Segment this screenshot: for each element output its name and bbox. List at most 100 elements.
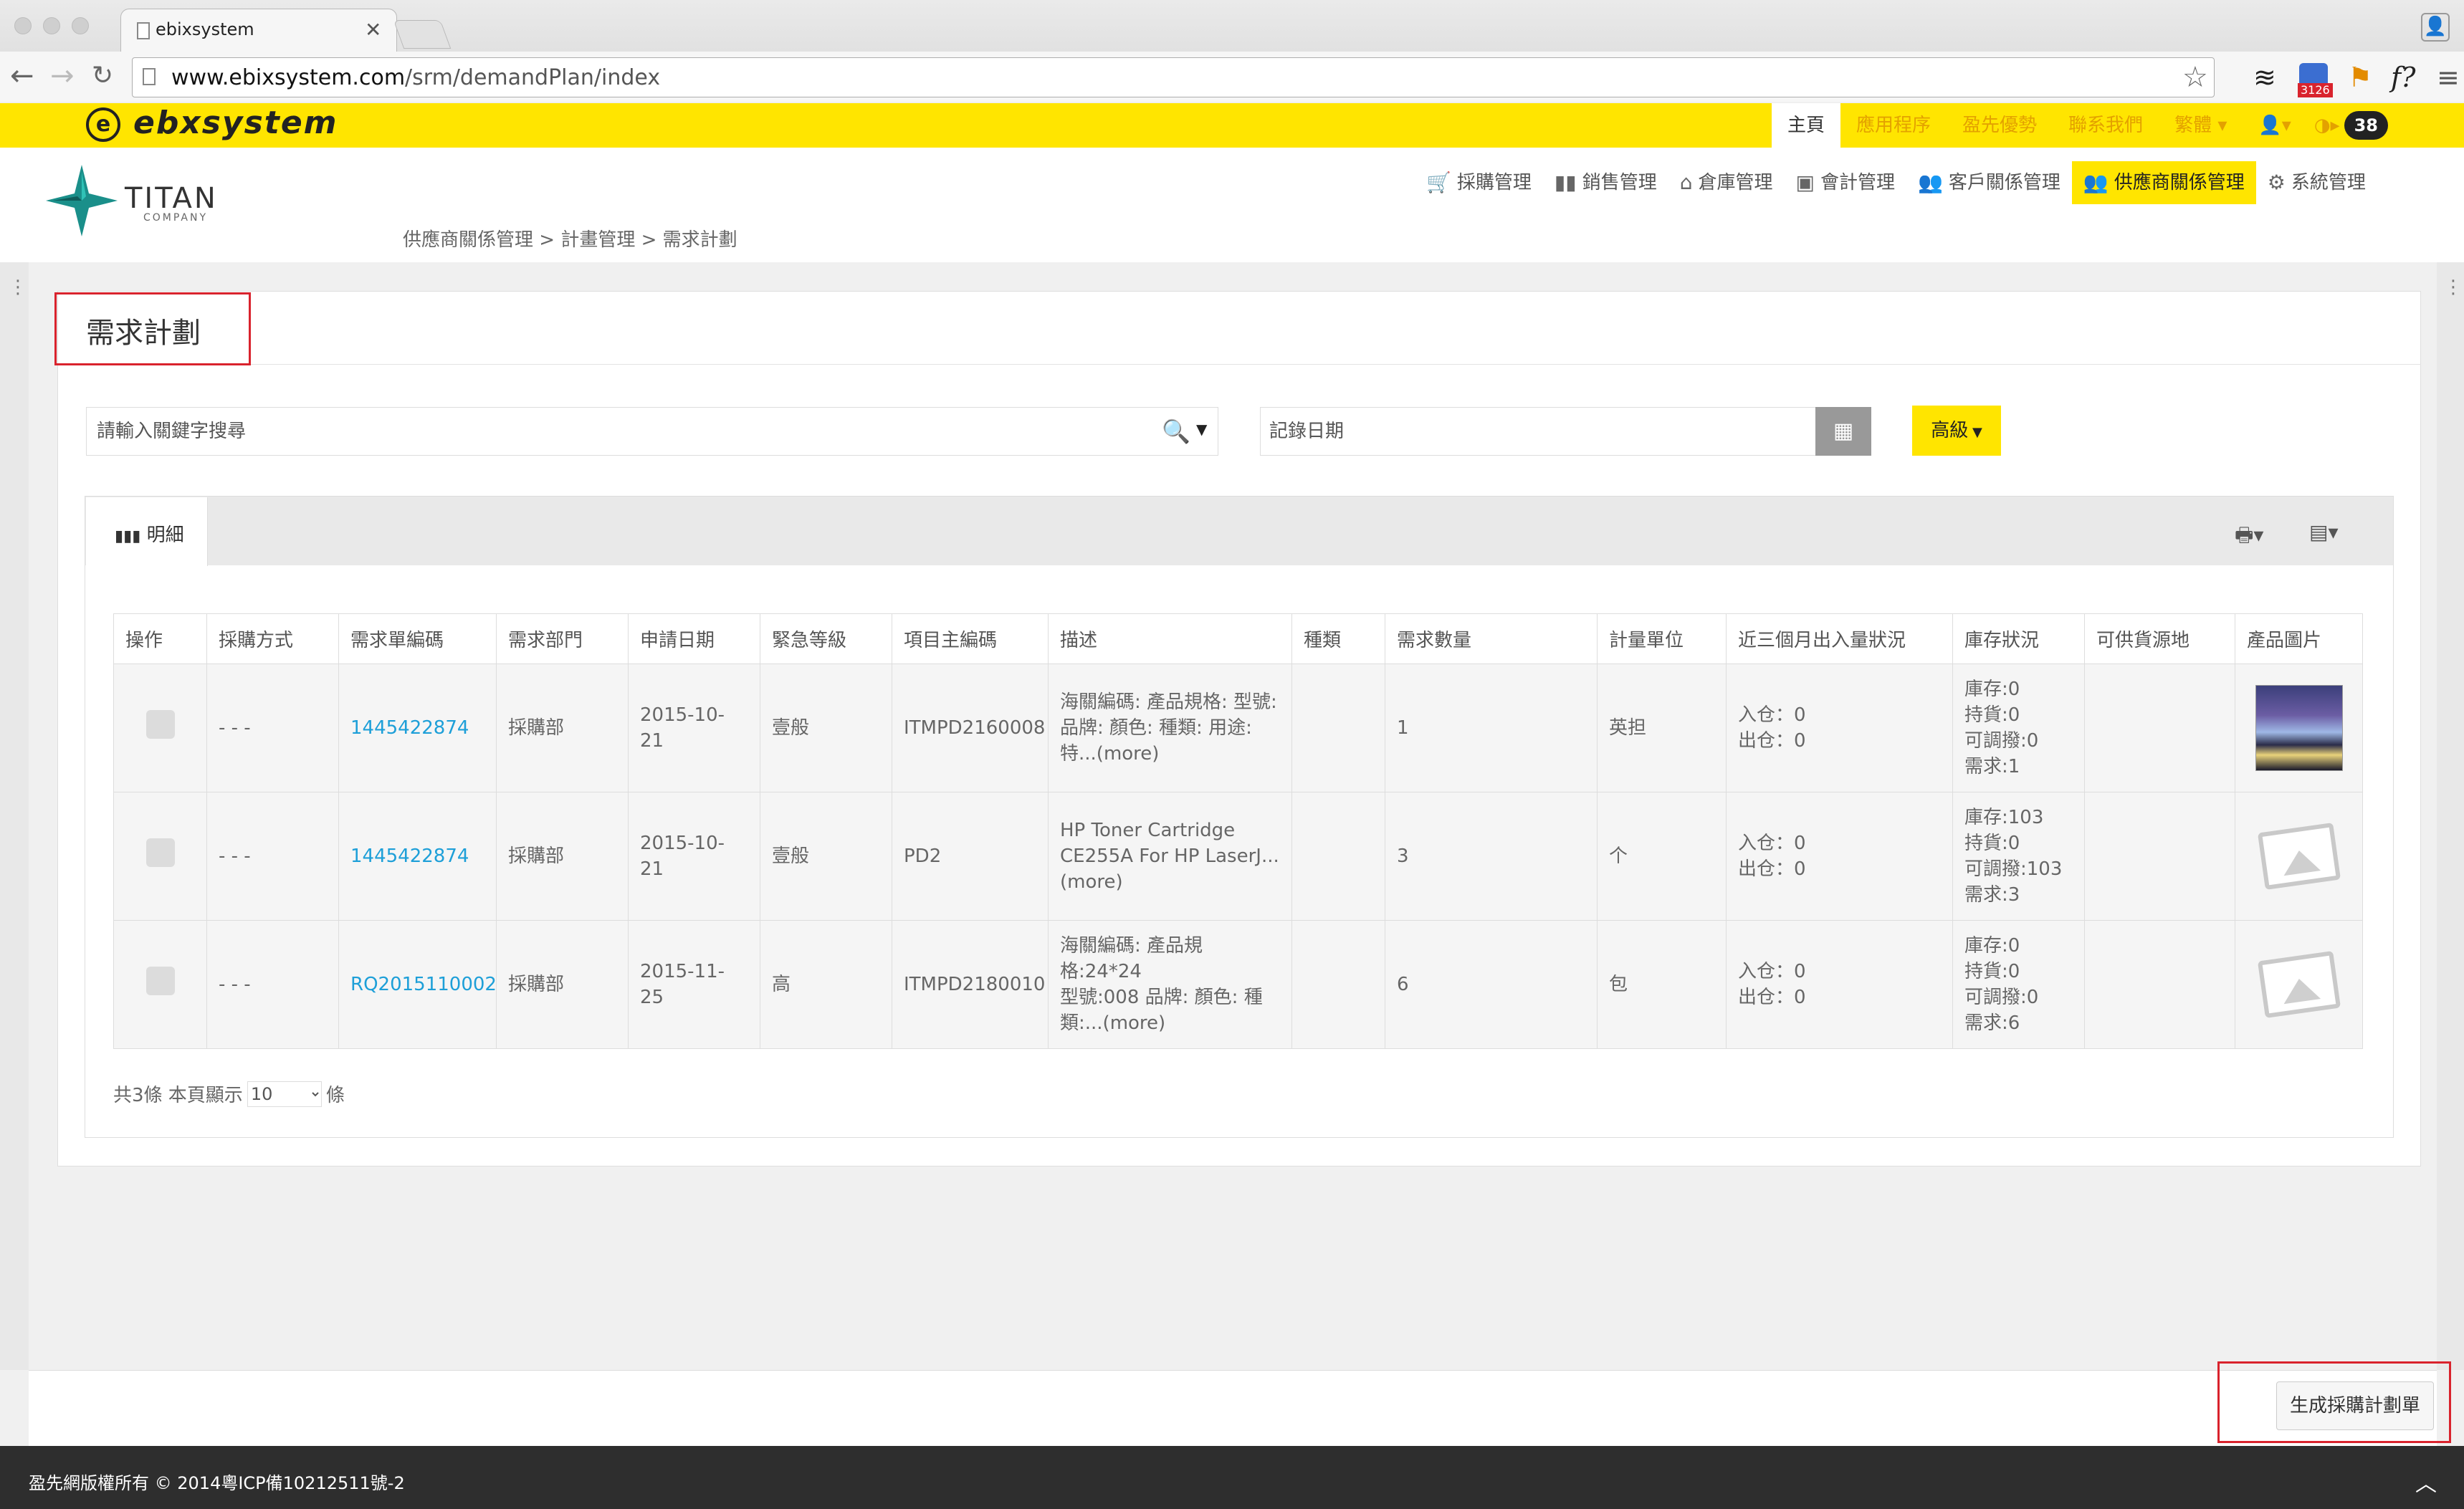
col-header[interactable]: 需求部門	[496, 613, 629, 664]
col-header[interactable]: 緊急等級	[760, 613, 892, 664]
menu-warehouse[interactable]: ⌂ 倉庫管理	[1668, 161, 1785, 204]
image-placeholder-icon[interactable]	[2257, 823, 2341, 890]
advanced-button[interactable]: 高級 ▼	[1912, 406, 2001, 456]
col-header[interactable]: 需求數量	[1385, 613, 1598, 664]
demand-code-link[interactable]: 1445422874	[338, 792, 497, 921]
window-zoom-light[interactable]	[72, 17, 89, 34]
forward-icon[interactable]: →	[50, 62, 75, 90]
action-bar	[29, 1370, 2437, 1446]
col-header[interactable]: 操作	[113, 613, 207, 664]
logo-mark: e	[86, 107, 120, 142]
window-minimize-light[interactable]	[43, 17, 60, 34]
cell-item-code: PD2	[892, 792, 1049, 921]
more-link[interactable]: (more)	[1060, 869, 1280, 895]
menu-icon[interactable]: ≡	[2437, 63, 2460, 92]
advanced-label: 高級	[1931, 420, 1969, 441]
date-box: ▦	[1260, 407, 1871, 456]
left-sidebar-handle[interactable]: ⋮	[0, 262, 29, 1370]
image-placeholder-icon[interactable]	[2257, 951, 2341, 1018]
page-size-select[interactable]: 10	[247, 1081, 322, 1107]
col-header[interactable]: 需求單編碼	[338, 613, 497, 664]
col-header[interactable]: 計量單位	[1597, 613, 1727, 664]
calendar-icon[interactable]: ▦	[1815, 407, 1871, 456]
col-header[interactable]: 描述	[1048, 613, 1292, 664]
demand-code-link[interactable]: 1445422874	[338, 664, 497, 792]
product-thumbnail[interactable]	[2255, 685, 2343, 771]
pager-prefix: 共3條 本頁顯示	[113, 1085, 243, 1106]
new-tab-button[interactable]	[393, 20, 452, 49]
cell-image	[2235, 664, 2363, 792]
cell-date: 2015-11-25	[628, 920, 760, 1049]
chevron-down-icon[interactable]: ▼	[1196, 421, 1207, 438]
menu-system[interactable]: ⚙ 系統管理	[2256, 161, 2377, 204]
pagination: 共3條 本頁顯示 10 條	[113, 1081, 345, 1107]
col-header[interactable]: 種類	[1291, 613, 1385, 664]
col-header[interactable]: 採購方式	[206, 613, 339, 664]
topnav-language[interactable]: 繁體 ▾	[2159, 103, 2243, 148]
profile-icon[interactable]: 👤	[2421, 13, 2450, 42]
brand-name: TITAN	[125, 182, 218, 215]
back-icon[interactable]: ←	[10, 62, 34, 90]
logo-text[interactable]: ebxsystem	[133, 105, 338, 141]
cell-date: 2015-10-21	[628, 792, 760, 921]
more-link[interactable]: 類:...(more)	[1060, 1010, 1280, 1036]
scroll-top-icon[interactable]: ︿	[2415, 1466, 2437, 1498]
export-excel-icon[interactable]: ▤▾	[2309, 520, 2339, 544]
generate-purchase-plan-button[interactable]: 生成採購計劃單	[2276, 1381, 2434, 1430]
copyright-text: 盈先網版權所有 © 2014粵ICP備10212511號-2	[29, 1473, 405, 1493]
tab-detail[interactable]: ▮▮▮ 明細	[86, 497, 208, 566]
reload-icon[interactable]: ↻	[92, 62, 113, 90]
stock-line: 持貨:0	[1964, 704, 2020, 726]
gears-icon: ⚙	[2267, 171, 2286, 194]
flag-extension-icon[interactable]: ⚑	[2348, 63, 2372, 92]
menu-srm[interactable]: 👥 供應商關係管理	[2071, 161, 2256, 204]
topnav-advantage[interactable]: 盈先優勢	[1947, 103, 2053, 148]
titan-logo-icon[interactable]	[46, 165, 118, 236]
menu-crm[interactable]: 👥 客戶關係管理	[1906, 161, 2072, 204]
topnav-apps[interactable]: 應用程序	[1840, 103, 1947, 148]
menu-label: 銷售管理	[1582, 172, 1657, 193]
formula-extension-icon[interactable]: f?	[2391, 63, 2415, 92]
more-link[interactable]: 特...(more)	[1060, 741, 1280, 767]
demand-plan-table: 操作 採購方式 需求單編碼 需求部門 申請日期 緊急等級 項目主編碼 描述 種類…	[113, 613, 2363, 1049]
demand-code-link[interactable]: RQ2015110002	[338, 920, 497, 1049]
menu-purchase[interactable]: 🛒 採購管理	[1415, 161, 1543, 204]
notifications[interactable]: ◑▸ 38	[2307, 103, 2395, 148]
tab-close-icon[interactable]: ✕	[365, 18, 381, 42]
users-icon: 👥	[2083, 171, 2109, 194]
date-input[interactable]	[1261, 408, 1813, 455]
topnav-contact[interactable]: 聯系我們	[2053, 103, 2159, 148]
menu-sales[interactable]: ▮▮ 銷售管理	[1543, 161, 1668, 204]
col-header[interactable]: 庫存狀況	[1952, 613, 2085, 664]
flow-out: 出仓：0	[1738, 730, 1806, 752]
window-close-light[interactable]	[14, 17, 32, 34]
bookmark-star-icon[interactable]: ☆	[2182, 61, 2208, 94]
row-checkbox[interactable]	[145, 838, 175, 867]
cell-description: 海關編碼: 產品規格:24*24 型號:008 品牌: 顏色: 種類:...(mo…	[1048, 920, 1292, 1049]
col-header[interactable]: 可供貨源地	[2084, 613, 2235, 664]
globe-icon: ◑▸	[2313, 115, 2340, 136]
search-box: 🔍 ▼	[86, 407, 1218, 456]
cell-item-code: ITMPD2180010	[892, 920, 1049, 1049]
row-checkbox[interactable]	[145, 710, 175, 739]
right-sidebar-handle[interactable]: ⋮	[2437, 262, 2464, 1370]
user-menu[interactable]: 👤▾	[2243, 103, 2306, 148]
search-input[interactable]	[87, 408, 1147, 455]
cell-kind	[1291, 920, 1385, 1049]
menu-accounting[interactable]: ▣ 會計管理	[1785, 161, 1906, 204]
chevron-down-icon: ▼	[1968, 425, 1982, 440]
cell-qty: 3	[1385, 792, 1598, 921]
browser-tab[interactable]: ebixsystem ✕	[120, 9, 397, 52]
row-checkbox[interactable]	[145, 967, 175, 995]
cell-source	[2084, 920, 2235, 1049]
col-header[interactable]: 近三個月出入量狀況	[1726, 613, 1953, 664]
col-header[interactable]: 項目主編碼	[892, 613, 1049, 664]
topnav-home[interactable]: 主頁	[1772, 103, 1841, 148]
col-header[interactable]: 產品圖片	[2235, 613, 2363, 664]
address-url[interactable]: www.ebixsystem.com/srm/demandPlan/index	[171, 65, 660, 90]
address-bar[interactable]: www.ebixsystem.com/srm/demandPlan/index …	[132, 57, 2215, 97]
col-header[interactable]: 申請日期	[628, 613, 760, 664]
search-icon[interactable]: 🔍	[1162, 418, 1190, 445]
print-icon[interactable]: 🖶▾	[2235, 520, 2264, 555]
layers-extension-icon[interactable]: ≋	[2253, 63, 2276, 92]
